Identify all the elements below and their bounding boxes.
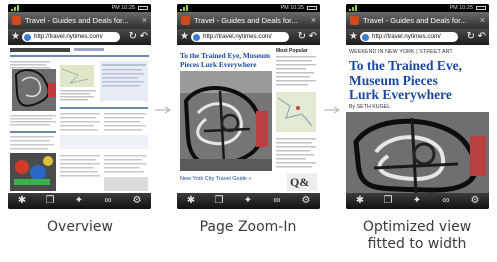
- address-bar: ★ http://travel.nytimes.com/ ↻ ↶: [346, 29, 489, 45]
- star-icon[interactable]: ✱: [350, 193, 370, 209]
- street-art-photo: [346, 112, 489, 193]
- sidebar-heading: Most Popular: [276, 48, 308, 54]
- arrow-right-icon: [324, 106, 341, 114]
- settings-icon[interactable]: ⚙: [296, 193, 316, 209]
- globe-icon: [24, 33, 31, 41]
- settings-icon[interactable]: ⚙: [127, 193, 147, 209]
- settings-icon[interactable]: ⚙: [465, 193, 485, 209]
- page-optimized-view[interactable]: WEEKEND IN NEW YORK | STREET ART To the …: [346, 45, 489, 193]
- binoculars-icon[interactable]: ∞: [267, 193, 287, 209]
- tab-title: Travel - Guides and Deals for...: [194, 16, 298, 25]
- phone-zoom-in: PM 10:25 Travel - Guides and Deals for..…: [177, 4, 320, 209]
- article-byline: By SETH KUGEL: [349, 104, 391, 110]
- binoculars-icon[interactable]: ∞: [98, 193, 118, 209]
- page-overview-thumbnail[interactable]: [8, 45, 151, 193]
- battery-icon: [476, 6, 486, 10]
- phone-optimized-view: PM 10:25 Travel - Guides and Deals for..…: [346, 4, 489, 209]
- caption-page-zoom-in: Page Zoom-In: [199, 219, 297, 235]
- binoculars-icon[interactable]: ∞: [436, 193, 456, 209]
- reload-icon[interactable]: ↻: [298, 30, 306, 44]
- arrow-right-icon: [155, 106, 172, 114]
- caption-overview: Overview: [47, 219, 113, 235]
- windows-icon[interactable]: ❐: [378, 193, 398, 209]
- reload-icon[interactable]: ↻: [467, 30, 475, 44]
- back-icon[interactable]: ↶: [140, 30, 148, 44]
- star-icon[interactable]: ✱: [181, 193, 201, 209]
- tools-icon[interactable]: ✦: [407, 193, 427, 209]
- browser-tab-title-bar[interactable]: Travel - Guides and Deals for... ×: [8, 12, 151, 29]
- article-kicker: WEEKEND IN NEW YORK | STREET ART: [349, 49, 453, 55]
- url-text: http://travel.nytimes.com/: [372, 33, 441, 40]
- star-icon[interactable]: ✱: [12, 193, 32, 209]
- back-icon[interactable]: ↶: [478, 30, 486, 44]
- favorites-star-icon[interactable]: ★: [349, 30, 358, 44]
- battery-icon: [307, 6, 317, 10]
- headline-line: To the Trained Eve,: [349, 58, 463, 73]
- article-headline[interactable]: To the Trained Eye, Museum Pieces Lurk E…: [180, 51, 272, 69]
- windows-icon[interactable]: ❐: [40, 193, 60, 209]
- reload-icon[interactable]: ↻: [129, 30, 137, 44]
- favicon-icon: [12, 16, 21, 25]
- bottom-toolbar: ✱ ❐ ✦ ∞ ⚙: [177, 193, 320, 209]
- overview-page-render: [8, 45, 151, 193]
- article-headline[interactable]: To the Trained Eve, Museum Pieces Lurk E…: [349, 58, 489, 103]
- caption-optimized-view: Optimized view fitted to width: [337, 219, 497, 253]
- street-art-photo: [180, 71, 272, 171]
- status-bar: PM 10:25: [346, 4, 489, 12]
- qa-teaser[interactable]: Q&: [287, 173, 317, 191]
- sidebar-column: Most Popular: [276, 48, 318, 188]
- favorites-star-icon[interactable]: ★: [11, 30, 20, 44]
- travel-guide-link[interactable]: New York City Travel Guide »: [180, 176, 252, 182]
- back-icon[interactable]: ↶: [309, 30, 317, 44]
- caption-line: Optimized view: [362, 219, 472, 235]
- headline-line: Museum Pieces: [349, 72, 438, 88]
- browser-tab-title-bar[interactable]: Travel - Guides and Deals for... ×: [346, 12, 489, 29]
- status-bar: PM 10:25: [8, 4, 151, 12]
- windows-icon[interactable]: ❐: [209, 193, 229, 209]
- url-input[interactable]: http://travel.nytimes.com/: [191, 32, 289, 42]
- bottom-toolbar: ✱ ❐ ✦ ∞ ⚙: [8, 193, 151, 209]
- bottom-toolbar: ✱ ❐ ✦ ∞ ⚙: [346, 193, 489, 209]
- favorites-star-icon[interactable]: ★: [180, 30, 189, 44]
- url-text: http://travel.nytimes.com/: [203, 33, 272, 40]
- status-bar: PM 10:25: [177, 4, 320, 12]
- status-time: PM 10:25: [280, 5, 304, 11]
- close-icon[interactable]: ×: [480, 12, 485, 29]
- url-input[interactable]: http://travel.nytimes.com/: [360, 32, 458, 42]
- tab-title: Travel - Guides and Deals for...: [25, 16, 129, 25]
- status-time: PM 10:25: [111, 5, 135, 11]
- url-text: http://travel.nytimes.com/: [34, 33, 103, 40]
- status-time: PM 10:25: [449, 5, 473, 11]
- signal-icon: [349, 5, 359, 11]
- signal-icon: [11, 5, 21, 11]
- caption-line: fitted to width: [367, 236, 467, 252]
- headline-line: Lurk Everywhere: [349, 87, 452, 102]
- globe-icon: [362, 33, 369, 41]
- address-bar: ★ http://travel.nytimes.com/ ↻ ↶: [8, 29, 151, 45]
- tab-title: Travel - Guides and Deals for...: [363, 16, 467, 25]
- tools-icon[interactable]: ✦: [69, 193, 89, 209]
- browser-tab-title-bar[interactable]: Travel - Guides and Deals for... ×: [177, 12, 320, 29]
- page-zoomed-view[interactable]: To the Trained Eye, Museum Pieces Lurk E…: [177, 45, 320, 193]
- favicon-icon: [181, 16, 190, 25]
- battery-icon: [138, 6, 148, 10]
- globe-icon: [193, 33, 200, 41]
- favicon-icon: [350, 16, 359, 25]
- phone-overview: PM 10:25 Travel - Guides and Deals for..…: [8, 4, 151, 209]
- signal-icon: [180, 5, 190, 11]
- address-bar: ★ http://travel.nytimes.com/ ↻ ↶: [177, 29, 320, 45]
- close-icon[interactable]: ×: [142, 12, 147, 29]
- url-input[interactable]: http://travel.nytimes.com/: [22, 32, 120, 42]
- close-icon[interactable]: ×: [311, 12, 316, 29]
- tools-icon[interactable]: ✦: [238, 193, 258, 209]
